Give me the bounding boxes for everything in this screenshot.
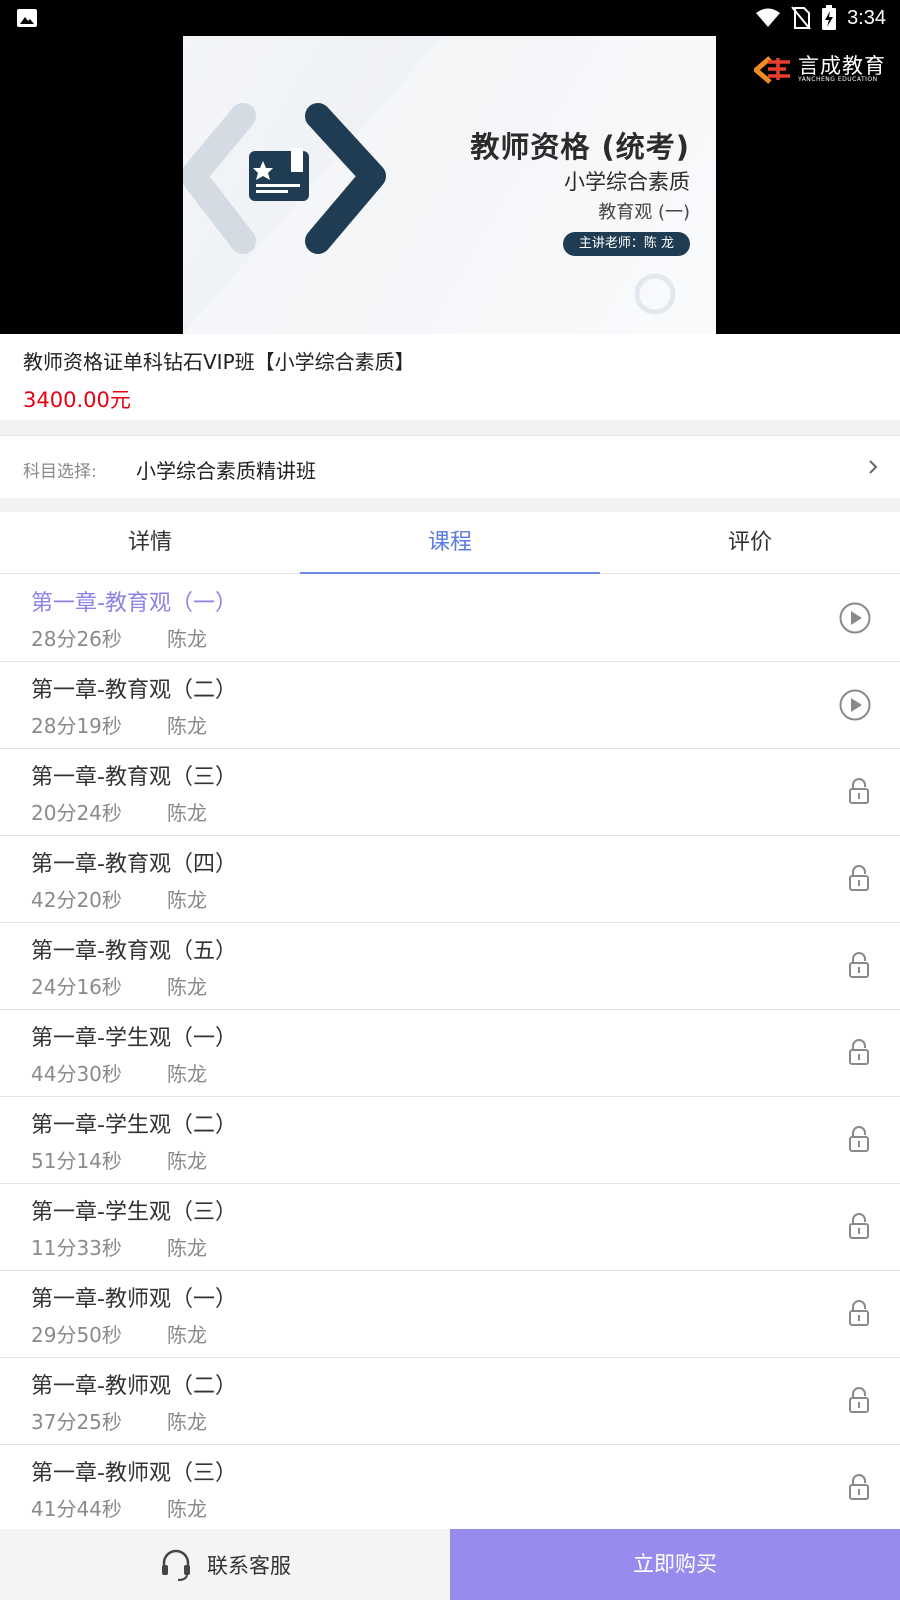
lesson-title: 第一章-教师观（一） — [31, 1287, 237, 1312]
buy-now-button[interactable]: 立即购买 — [450, 1529, 900, 1600]
lesson-duration: 44分30秒 — [31, 1062, 122, 1086]
tab-bar: 详情 课程 评价 — [0, 512, 900, 574]
bottom-action-bar: 联系客服 立即购买 — [0, 1529, 900, 1600]
lecturer-badge: 主讲老师：陈 龙 — [562, 232, 690, 256]
lesson-row[interactable]: 第一章-教育观（二） 28分19秒 陈龙 — [0, 662, 900, 749]
play-icon[interactable] — [838, 688, 872, 722]
lesson-title: 第一章-教育观（三） — [31, 765, 237, 790]
status-bar: 3:34 — [0, 0, 900, 36]
course-cover: 教师资格 (统考) 小学综合素质 教育观 (一) 主讲老师：陈 龙 — [183, 36, 716, 334]
lock-icon — [849, 1039, 869, 1065]
tab-details[interactable]: 详情 — [0, 512, 300, 573]
lesson-teacher: 陈龙 — [167, 1497, 207, 1521]
subject-label: 科目选择: — [23, 462, 97, 482]
lesson-title: 第一章-学生观（二） — [31, 1113, 237, 1138]
lesson-teacher: 陈龙 — [167, 1149, 207, 1173]
lesson-duration: 42分20秒 — [31, 888, 122, 912]
lock-icon — [849, 952, 869, 978]
subject-selector[interactable]: 科目选择: 小学综合素质精讲班 — [0, 436, 900, 498]
product-title: 教师资格证单科钻石VIP班【小学综合素质】 — [23, 350, 415, 374]
lesson-title: 第一章-学生观（一） — [31, 1026, 237, 1051]
lesson-duration: 41分44秒 — [31, 1497, 122, 1521]
lesson-duration: 24分16秒 — [31, 975, 122, 999]
tab-courses[interactable]: 课程 — [300, 512, 600, 574]
lesson-duration: 28分26秒 — [31, 627, 122, 651]
lesson-teacher: 陈龙 — [167, 1410, 207, 1434]
lesson-row[interactable]: 第一章-教育观（三） 20分24秒 陈龙 — [0, 749, 900, 836]
wifi-icon — [756, 8, 781, 27]
banner-subtitle: 小学综合素质 — [564, 170, 690, 194]
lesson-title: 第一章-学生观（三） — [31, 1200, 237, 1225]
tab-reviews[interactable]: 评价 — [600, 512, 900, 573]
headset-icon — [162, 1549, 190, 1581]
lesson-teacher: 陈龙 — [167, 627, 207, 651]
course-video-player[interactable]: 教师资格 (统考) 小学综合素质 教育观 (一) 主讲老师：陈 龙 言成教育 Y… — [0, 36, 900, 334]
brand-name: 言成教育 — [798, 53, 886, 78]
lesson-teacher: 陈龙 — [167, 714, 207, 738]
lesson-row[interactable]: 第一章-教师观（三） 41分44秒 陈龙 — [0, 1445, 900, 1532]
lock-icon — [849, 778, 869, 804]
lesson-title: 第一章-教育观（四） — [31, 852, 237, 877]
lesson-row[interactable]: 第一章-教育观（四） 42分20秒 陈龙 — [0, 836, 900, 923]
brand-mark-icon — [754, 56, 790, 84]
lesson-duration: 37分25秒 — [31, 1410, 122, 1434]
lock-icon — [849, 1300, 869, 1326]
brand-logo: 言成教育 YANCHENG EDUCATION — [754, 54, 886, 84]
lesson-title: 第一章-教师观（三） — [31, 1461, 237, 1486]
lesson-teacher: 陈龙 — [167, 1236, 207, 1260]
battery-charging-icon — [822, 5, 837, 30]
brand-english: YANCHENG EDUCATION — [798, 75, 878, 83]
image-icon — [17, 9, 37, 27]
product-info: 教师资格证单科钻石VIP班【小学综合素质】 3400.00元 — [0, 334, 900, 420]
lesson-teacher: 陈龙 — [167, 801, 207, 825]
contact-support-label: 联系客服 — [207, 1553, 291, 1578]
play-icon[interactable] — [838, 601, 872, 635]
lock-icon — [849, 1387, 869, 1413]
banner-title: 教师资格 (统考) — [470, 130, 690, 164]
chevron-right-icon — [869, 460, 878, 474]
lesson-teacher: 陈龙 — [167, 888, 207, 912]
lesson-row[interactable]: 第一章-教师观（二） 37分25秒 陈龙 — [0, 1358, 900, 1445]
lesson-row[interactable]: 第一章-学生观（二） 51分14秒 陈龙 — [0, 1097, 900, 1184]
section-divider — [0, 420, 900, 436]
lesson-row[interactable]: 第一章-教师观（一） 29分50秒 陈龙 — [0, 1271, 900, 1358]
lesson-duration: 29分50秒 — [31, 1323, 122, 1347]
contact-support-button[interactable]: 联系客服 — [0, 1529, 450, 1600]
lock-icon — [849, 1126, 869, 1152]
lesson-teacher: 陈龙 — [167, 975, 207, 999]
no-sim-icon — [791, 6, 811, 30]
lesson-title: 第一章-教师观（二） — [31, 1374, 237, 1399]
subject-value: 小学综合素质精讲班 — [136, 459, 316, 483]
lesson-title: 第一章-教育观（五） — [31, 939, 237, 964]
lesson-duration: 20分24秒 — [31, 801, 122, 825]
lesson-list: 第一章-教育观（一） 28分26秒 陈龙 第一章-教育观（二） 28分19秒 陈… — [0, 575, 900, 1532]
lock-icon — [849, 865, 869, 891]
section-divider — [0, 498, 900, 512]
lesson-teacher: 陈龙 — [167, 1062, 207, 1086]
lesson-row[interactable]: 第一章-教育观（五） 24分16秒 陈龙 — [0, 923, 900, 1010]
lesson-title: 第一章-教育观（二） — [31, 678, 237, 703]
lesson-row[interactable]: 第一章-教育观（一） 28分26秒 陈龙 — [0, 575, 900, 662]
banner-topic: 教育观 (一) — [598, 202, 690, 223]
lock-icon — [849, 1474, 869, 1500]
lesson-row[interactable]: 第一章-学生观（三） 11分33秒 陈龙 — [0, 1184, 900, 1271]
lesson-duration: 28分19秒 — [31, 714, 122, 738]
lesson-duration: 51分14秒 — [31, 1149, 122, 1173]
clock: 3:34 — [847, 6, 886, 29]
lesson-title: 第一章-教育观（一） — [31, 591, 237, 616]
lesson-duration: 11分33秒 — [31, 1236, 122, 1260]
lesson-teacher: 陈龙 — [167, 1323, 207, 1347]
lesson-row[interactable]: 第一章-学生观（一） 44分30秒 陈龙 — [0, 1010, 900, 1097]
product-price: 3400.00元 — [23, 388, 131, 412]
lock-icon — [849, 1213, 869, 1239]
